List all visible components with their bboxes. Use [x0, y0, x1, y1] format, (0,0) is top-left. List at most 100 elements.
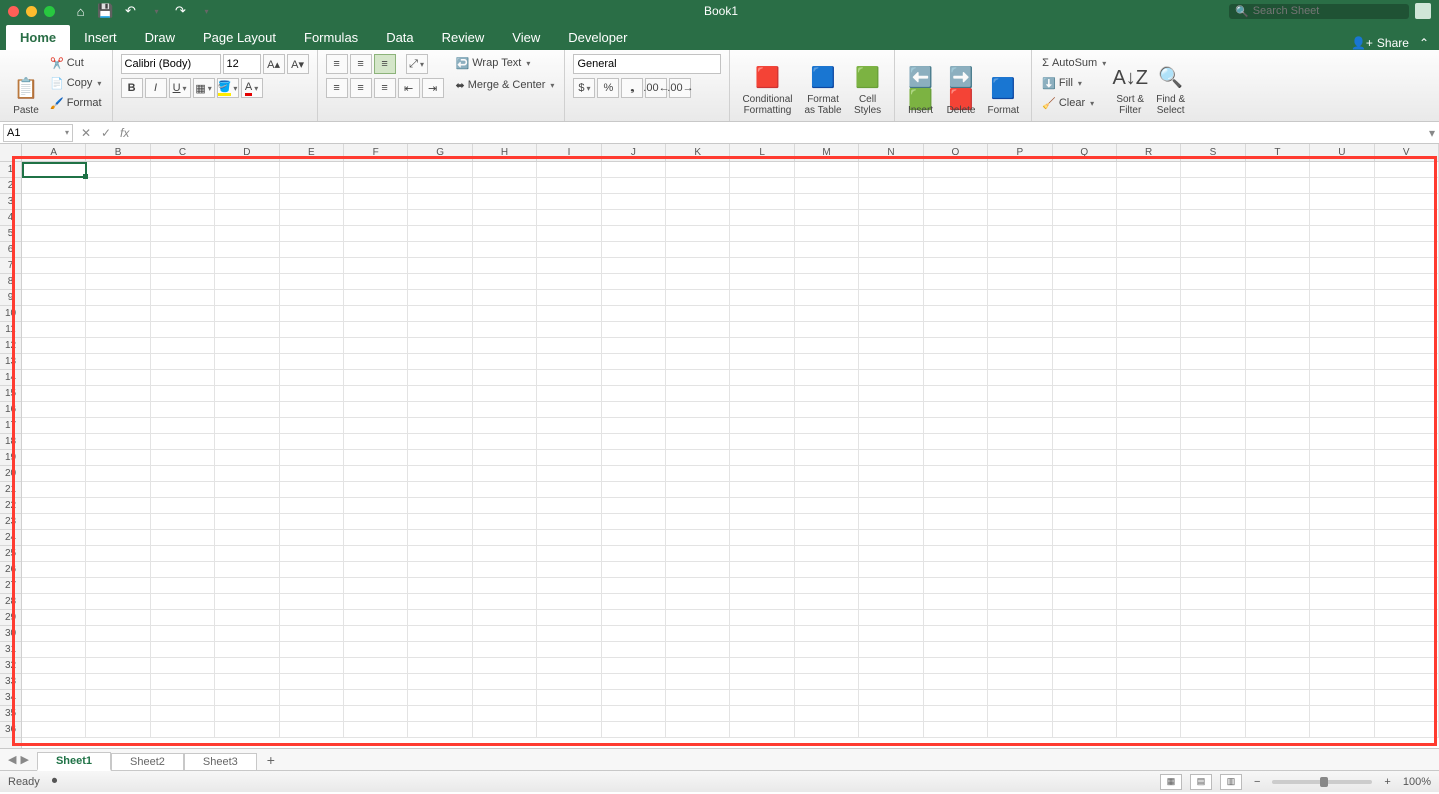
cell[interactable]: [1117, 674, 1181, 690]
cell[interactable]: [602, 434, 666, 450]
cell[interactable]: [795, 418, 859, 434]
cell[interactable]: [280, 706, 344, 722]
row-header[interactable]: 14: [0, 370, 21, 386]
cell[interactable]: [924, 642, 988, 658]
cell[interactable]: [151, 338, 215, 354]
cell[interactable]: [86, 402, 150, 418]
cell[interactable]: [666, 306, 730, 322]
cell[interactable]: [1310, 290, 1374, 306]
cell[interactable]: [795, 690, 859, 706]
cell[interactable]: [924, 354, 988, 370]
cell[interactable]: [22, 178, 86, 194]
row-header[interactable]: 9: [0, 290, 21, 306]
cell[interactable]: [988, 562, 1052, 578]
cell[interactable]: [1117, 482, 1181, 498]
cell[interactable]: [602, 242, 666, 258]
cell[interactable]: [280, 674, 344, 690]
cell[interactable]: [730, 258, 794, 274]
cell[interactable]: [22, 562, 86, 578]
cell[interactable]: [1375, 274, 1439, 290]
cell[interactable]: [1246, 706, 1310, 722]
cell[interactable]: [86, 658, 150, 674]
cell[interactable]: [1310, 722, 1374, 738]
cell[interactable]: [408, 338, 472, 354]
cell[interactable]: [1310, 274, 1374, 290]
row-header[interactable]: 6: [0, 242, 21, 258]
cell[interactable]: [215, 690, 279, 706]
cell[interactable]: [1310, 210, 1374, 226]
cell[interactable]: [795, 626, 859, 642]
cell[interactable]: [1053, 466, 1117, 482]
cell[interactable]: [151, 482, 215, 498]
cell[interactable]: [924, 434, 988, 450]
cell[interactable]: [602, 386, 666, 402]
cell[interactable]: [859, 258, 923, 274]
cell[interactable]: [730, 434, 794, 450]
cell[interactable]: [666, 322, 730, 338]
cell[interactable]: [924, 514, 988, 530]
cell[interactable]: [280, 290, 344, 306]
cell[interactable]: [473, 610, 537, 626]
cell[interactable]: [988, 226, 1052, 242]
cell[interactable]: [280, 626, 344, 642]
cell[interactable]: [408, 514, 472, 530]
align-left-button[interactable]: ≡: [326, 78, 348, 98]
cell[interactable]: [537, 194, 601, 210]
cell[interactable]: [344, 450, 408, 466]
cell[interactable]: [280, 450, 344, 466]
cell[interactable]: [1181, 482, 1245, 498]
cell[interactable]: [795, 402, 859, 418]
zoom-slider[interactable]: [1272, 780, 1372, 784]
cell[interactable]: [1053, 722, 1117, 738]
cell[interactable]: [1375, 498, 1439, 514]
cell[interactable]: [1310, 578, 1374, 594]
cell[interactable]: [280, 594, 344, 610]
cell[interactable]: [988, 290, 1052, 306]
row-header[interactable]: 19: [0, 450, 21, 466]
cell[interactable]: [473, 546, 537, 562]
cell[interactable]: [473, 658, 537, 674]
bold-button[interactable]: B: [121, 78, 143, 98]
row-header[interactable]: 11: [0, 322, 21, 338]
cell[interactable]: [730, 626, 794, 642]
cell[interactable]: [730, 274, 794, 290]
cell[interactable]: [86, 450, 150, 466]
cell[interactable]: [666, 258, 730, 274]
cell[interactable]: [408, 210, 472, 226]
cell[interactable]: [1053, 498, 1117, 514]
cell[interactable]: [1117, 626, 1181, 642]
row-header[interactable]: 35: [0, 706, 21, 722]
redo-icon[interactable]: ↷: [173, 4, 188, 19]
cell[interactable]: [924, 210, 988, 226]
cell[interactable]: [215, 306, 279, 322]
cell[interactable]: [151, 674, 215, 690]
cell[interactable]: [1310, 194, 1374, 210]
cell[interactable]: [1246, 514, 1310, 530]
cell[interactable]: [473, 322, 537, 338]
cell[interactable]: [602, 370, 666, 386]
cell[interactable]: [859, 466, 923, 482]
cell[interactable]: [924, 322, 988, 338]
cell[interactable]: [730, 290, 794, 306]
row-header[interactable]: 1: [0, 162, 21, 178]
cell[interactable]: [151, 162, 215, 178]
cell[interactable]: [602, 706, 666, 722]
cell[interactable]: [1246, 562, 1310, 578]
column-header[interactable]: O: [924, 144, 988, 161]
cell[interactable]: [151, 546, 215, 562]
cell[interactable]: [1181, 546, 1245, 562]
cell[interactable]: [1375, 290, 1439, 306]
cell[interactable]: [215, 434, 279, 450]
cell[interactable]: [215, 658, 279, 674]
tab-data[interactable]: Data: [372, 25, 427, 50]
cell[interactable]: [1053, 642, 1117, 658]
cell[interactable]: [1375, 386, 1439, 402]
cell[interactable]: [151, 322, 215, 338]
cell[interactable]: [22, 466, 86, 482]
cell[interactable]: [537, 706, 601, 722]
cell[interactable]: [280, 434, 344, 450]
cell[interactable]: [344, 354, 408, 370]
cell[interactable]: [537, 594, 601, 610]
cell[interactable]: [730, 706, 794, 722]
cell[interactable]: [473, 210, 537, 226]
